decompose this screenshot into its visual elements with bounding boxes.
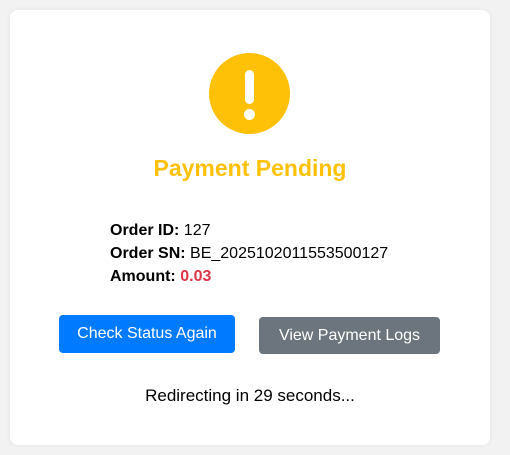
exclamation-bar bbox=[245, 70, 254, 104]
order-details: Order ID: 127 Order SN: BE_2025102011553… bbox=[110, 219, 388, 288]
order-id-label: Order ID: bbox=[110, 222, 180, 239]
exclamation-dot bbox=[244, 109, 255, 120]
order-id-value: 127 bbox=[183, 222, 211, 239]
order-sn-label: Order SN: bbox=[110, 245, 186, 262]
redirect-countdown: Redirecting in 29 seconds... bbox=[145, 386, 355, 405]
exclamation-icon bbox=[209, 53, 290, 134]
order-sn-value: BE_2025102011553500127 bbox=[190, 245, 389, 262]
amount-label: Amount: bbox=[110, 268, 176, 285]
amount-row: Amount: 0.03 bbox=[110, 265, 388, 288]
payment-status-card: Payment Pending Order ID: 127 Order SN: … bbox=[10, 10, 490, 445]
order-id-row: Order ID: 127 bbox=[110, 219, 388, 242]
amount-value: 0.03 bbox=[180, 268, 212, 285]
check-status-button[interactable]: Check Status Again bbox=[59, 315, 235, 353]
order-sn-row: Order SN: BE_2025102011553500127 bbox=[110, 242, 388, 265]
view-payment-logs-button[interactable]: View Payment Logs bbox=[259, 317, 440, 354]
status-title: Payment Pending bbox=[153, 155, 347, 181]
